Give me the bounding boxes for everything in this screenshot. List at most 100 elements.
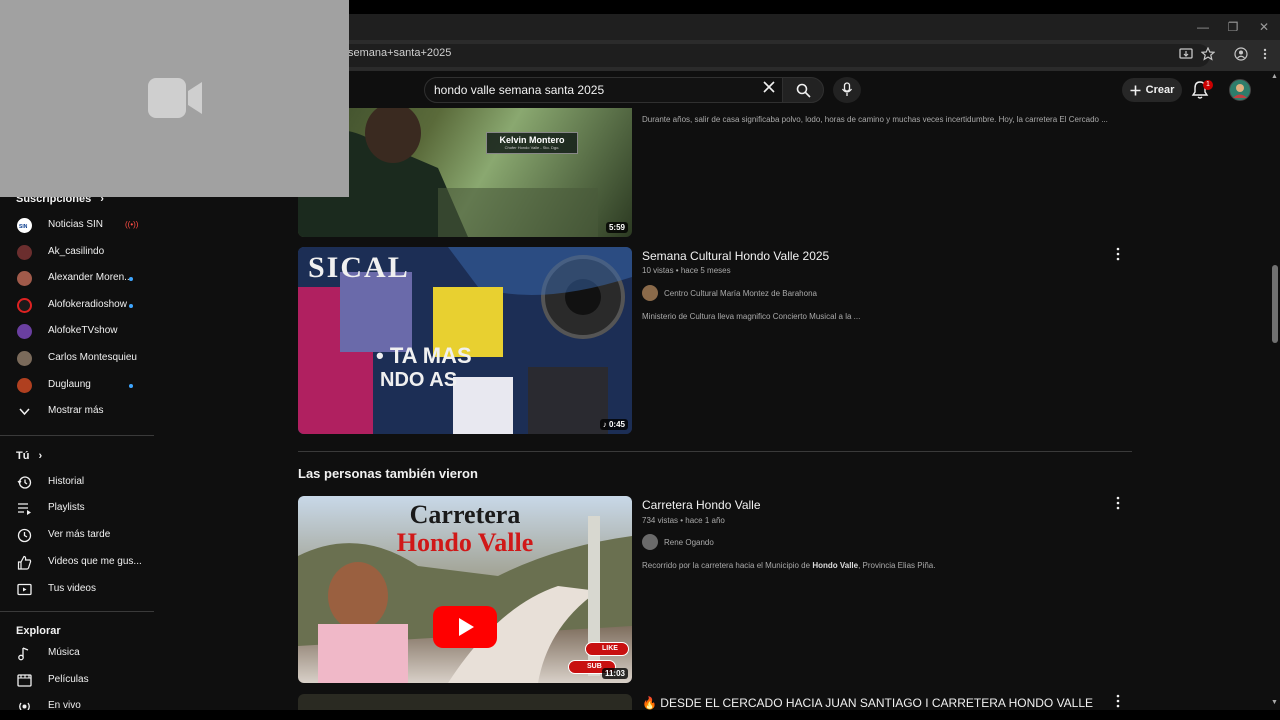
- address-bar[interactable]: [330, 44, 1210, 67]
- video-description: Durante años, salir de casa significaba …: [642, 115, 1108, 124]
- movies-icon: [17, 674, 32, 687]
- new-content-dot: [129, 277, 133, 281]
- svg-text:SIN: SIN: [19, 224, 28, 230]
- thumbnail-title-line: Carretera: [409, 500, 521, 529]
- sidebar-item-alofoketvshow[interactable]: AlofokeTVshow: [0, 319, 154, 345]
- channel-avatar[interactable]: [642, 534, 658, 550]
- video-meta: 10 vistas • hace 5 meses: [642, 266, 731, 275]
- video-duration: 5:59: [605, 222, 628, 233]
- playlists-icon: [18, 503, 31, 515]
- description-text: Recorrido por la carretera hacia el Muni…: [642, 561, 813, 570]
- name-caption-box: Kelvin Montero Chofer Hondo Valle - Sto.…: [486, 132, 578, 154]
- video-thumbnail[interactable]: [298, 694, 632, 710]
- sidebar-item-label: Ver más tarde: [48, 529, 111, 540]
- channel-avatar: [17, 378, 32, 393]
- explore-heading: Explorar: [16, 625, 61, 637]
- voice-search-button[interactable]: [833, 77, 861, 103]
- more-options-icon[interactable]: [1114, 247, 1122, 261]
- sidebar-item-noticias-sin[interactable]: SIN Noticias SIN ((•)): [0, 213, 154, 239]
- sidebar-item-alexander-moreno[interactable]: Alexander Moren...: [0, 266, 154, 292]
- you-heading[interactable]: Tú ›: [16, 450, 42, 462]
- sidebar-item-label: Música: [48, 647, 80, 658]
- sidebar-item-your-videos[interactable]: Tus videos: [0, 577, 154, 603]
- plus-icon: [1130, 85, 1141, 95]
- channel-name[interactable]: Rene Ogando: [664, 538, 714, 547]
- watch-later-icon: [17, 528, 32, 543]
- channel-avatar: [17, 298, 32, 313]
- sidebar-item-duglaung[interactable]: Duglaung: [0, 373, 154, 399]
- notification-count-badge: 1: [1203, 80, 1213, 90]
- sidebar-item-label: Historial: [48, 476, 85, 487]
- more-options-icon[interactable]: [1114, 496, 1122, 510]
- sidebar-item-label: AlofokeTVshow: [48, 325, 118, 336]
- history-icon: [17, 476, 32, 489]
- video-description: Ministerio de Cultura lleva magnifico Co…: [642, 312, 861, 321]
- video-thumbnail[interactable]: SICAL • TA MAS NDO AS ♪ 0:45: [298, 247, 632, 434]
- sidebar-item-music[interactable]: Música: [0, 641, 154, 667]
- account-avatar[interactable]: [1229, 79, 1251, 101]
- channel-avatar: [17, 324, 32, 339]
- scrollbar-track[interactable]: [1270, 71, 1280, 711]
- search-button[interactable]: [782, 77, 824, 103]
- close-window-button[interactable]: ✕: [1249, 14, 1279, 40]
- thumbnail-overlay-text: SICAL: [308, 251, 410, 284]
- address-url[interactable]: semana+santa+2025: [348, 47, 451, 59]
- sidebar-item-playlists[interactable]: Playlists: [0, 496, 154, 522]
- video-title[interactable]: Semana Cultural Hondo Valle 2025: [642, 249, 829, 263]
- sidebar-item-label: Alexander Moren...: [48, 272, 133, 283]
- sidebar-item-label: Tus videos: [48, 583, 96, 594]
- channel-name[interactable]: Centro Cultural María Montez de Barahona: [664, 289, 817, 298]
- screen-bottom-edge: [0, 710, 1280, 720]
- sidebar-item-label: Alofokeradioshow: [48, 299, 127, 310]
- thumbnail-overlay-text: • TA MAS: [376, 343, 472, 368]
- new-content-dot: [129, 304, 133, 308]
- clear-search-icon[interactable]: [762, 80, 776, 99]
- search-query-text[interactable]: hondo valle semana santa 2025: [434, 83, 604, 97]
- channel-avatar: [17, 245, 32, 260]
- webcam-overlay: [0, 0, 349, 197]
- video-title[interactable]: Carretera Hondo Valle: [642, 498, 761, 512]
- video-duration-text: 0:45: [608, 420, 625, 429]
- scroll-up-arrow-icon[interactable]: ▲: [1271, 73, 1278, 80]
- video-meta: 734 vistas • hace 1 año: [642, 516, 725, 525]
- sidebar-item-ak-casilindo[interactable]: Ak_casilindo: [0, 240, 154, 266]
- sidebar-item-label: Videos que me gus...: [48, 556, 142, 567]
- show-more-button[interactable]: Mostrar más: [0, 399, 154, 425]
- liked-videos-icon: [17, 555, 32, 570]
- chevron-right-icon: ›: [38, 450, 43, 462]
- sidebar-item-history[interactable]: Historial: [0, 470, 154, 496]
- restore-button[interactable]: ❐: [1218, 14, 1248, 40]
- channel-avatar: [17, 271, 32, 286]
- minimize-button[interactable]: —: [1188, 14, 1218, 40]
- sidebar-item-watch-later[interactable]: Ver más tarde: [0, 523, 154, 549]
- sidebar-item-movies[interactable]: Películas: [0, 668, 154, 694]
- browser-menu-icon[interactable]: [1257, 47, 1273, 63]
- new-content-dot: [129, 384, 133, 388]
- video-title[interactable]: 🔥 DESDE EL CERCADO HACIA JUAN SANTIAGO I…: [642, 696, 1093, 710]
- sidebar: Suscripciones › SIN Noticias SIN ((•)) A…: [0, 193, 154, 720]
- section-title: Las personas también vieron: [298, 466, 478, 481]
- more-options-icon[interactable]: [1114, 694, 1122, 708]
- microphone-icon: [841, 82, 853, 96]
- channel-avatar[interactable]: [642, 285, 658, 301]
- music-icon: [18, 647, 29, 661]
- play-logo-icon: [433, 606, 497, 648]
- scroll-down-arrow-icon[interactable]: ▼: [1271, 699, 1278, 706]
- sidebar-divider: [0, 611, 154, 612]
- create-button[interactable]: Crear: [1122, 78, 1182, 102]
- sidebar-item-carlos-montesquieu[interactable]: Carlos Montesquieu: [0, 346, 154, 372]
- description-highlight: Hondo Valle: [812, 561, 859, 570]
- install-app-icon[interactable]: [1178, 47, 1194, 63]
- section-divider: [298, 451, 1132, 452]
- sidebar-item-alofokeradioshow[interactable]: Alofokeradioshow: [0, 293, 154, 319]
- sidebar-item-label: Playlists: [48, 502, 85, 513]
- video-duration: 11:03: [601, 668, 628, 679]
- profile-icon[interactable]: [1233, 47, 1249, 63]
- thumbnail-overlay-text: NDO AS: [380, 369, 458, 391]
- video-thumbnail[interactable]: Carretera Hondo Valle LIKE SUB 11:03: [298, 496, 632, 683]
- scrollbar-thumb[interactable]: [1272, 265, 1278, 343]
- sidebar-item-liked-videos[interactable]: Videos que me gus...: [0, 550, 154, 576]
- thumbnail-title-line: Hondo Valle: [396, 528, 534, 557]
- bookmark-star-icon[interactable]: [1200, 46, 1216, 63]
- your-videos-icon: [17, 583, 32, 596]
